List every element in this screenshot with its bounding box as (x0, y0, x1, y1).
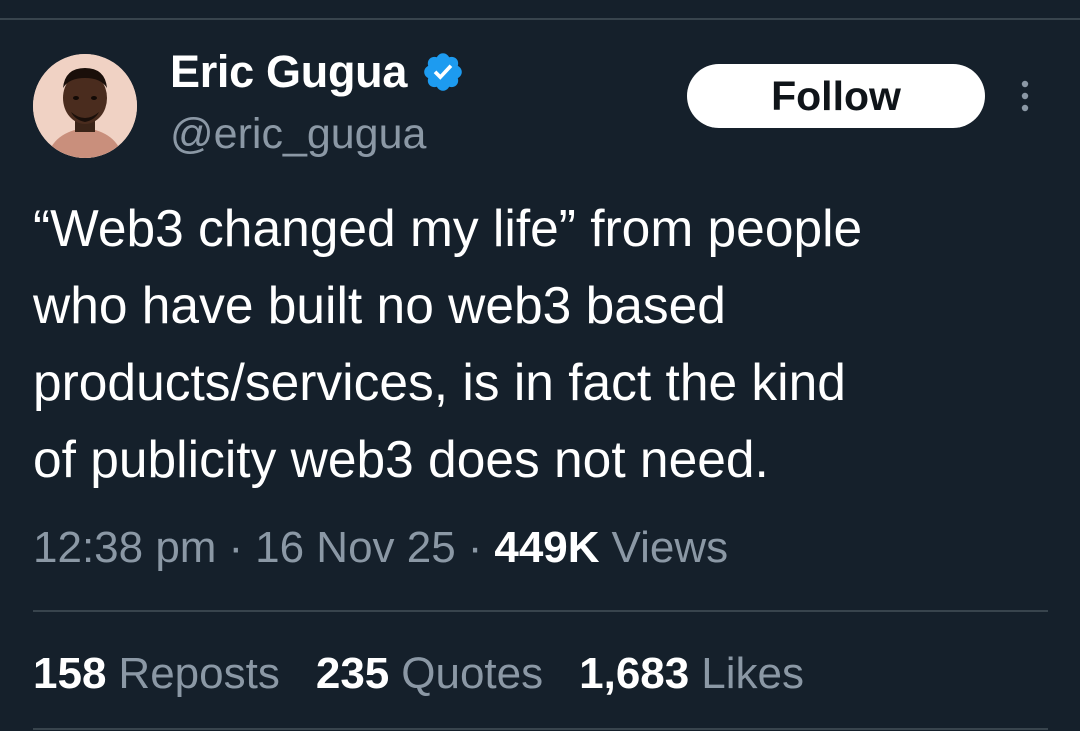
tweet-text-line: of publicity web3 does not need. (33, 430, 769, 488)
reposts-label: Reposts (118, 649, 280, 698)
likes-label: Likes (701, 649, 804, 698)
reposts-count: 158 (33, 649, 107, 698)
avatar[interactable] (33, 54, 137, 158)
tweet-date[interactable]: 16 Nov 25 (255, 523, 456, 573)
meta-separator: · (228, 523, 244, 572)
quotes-count: 235 (315, 649, 390, 698)
verified-badge-icon[interactable] (421, 50, 465, 94)
views-count: 449K (494, 523, 600, 572)
avatar-image (33, 54, 137, 158)
quotes-label: Quotes (401, 649, 544, 698)
tweet-meta: 12:38 pm · 16 Nov 25 · 449K Views (33, 518, 728, 578)
top-divider (0, 18, 1080, 20)
stats-divider (33, 610, 1048, 612)
author-handle[interactable]: @eric_gugua (170, 110, 426, 159)
reposts-stat[interactable]: 158 Reposts (33, 649, 280, 699)
author-name-row: Eric Gugua (170, 44, 465, 100)
tweet-text: “Web3 changed my life” from people who h… (33, 190, 1043, 498)
likes-stat[interactable]: 1,683 Likes (579, 649, 804, 699)
engagement-stats: 158 Reposts 235 Quotes 1,683 Likes (33, 644, 840, 704)
views-label: Views (611, 523, 729, 572)
bottom-divider (33, 728, 1048, 730)
follow-button[interactable]: Follow (687, 64, 985, 128)
likes-count: 1,683 (579, 649, 690, 698)
tweet-text-line: who have built no web3 based (33, 276, 726, 334)
meta-separator: · (467, 523, 483, 572)
more-options-icon[interactable] (1012, 76, 1038, 116)
tweet-text-line: products/services, is in fact the kind (33, 353, 846, 411)
quotes-stat[interactable]: 235 Quotes (316, 649, 543, 699)
tweet-text-line: “Web3 changed my life” from people (33, 199, 863, 257)
tweet-time[interactable]: 12:38 pm (33, 523, 216, 573)
author-display-name[interactable]: Eric Gugua (170, 46, 407, 98)
